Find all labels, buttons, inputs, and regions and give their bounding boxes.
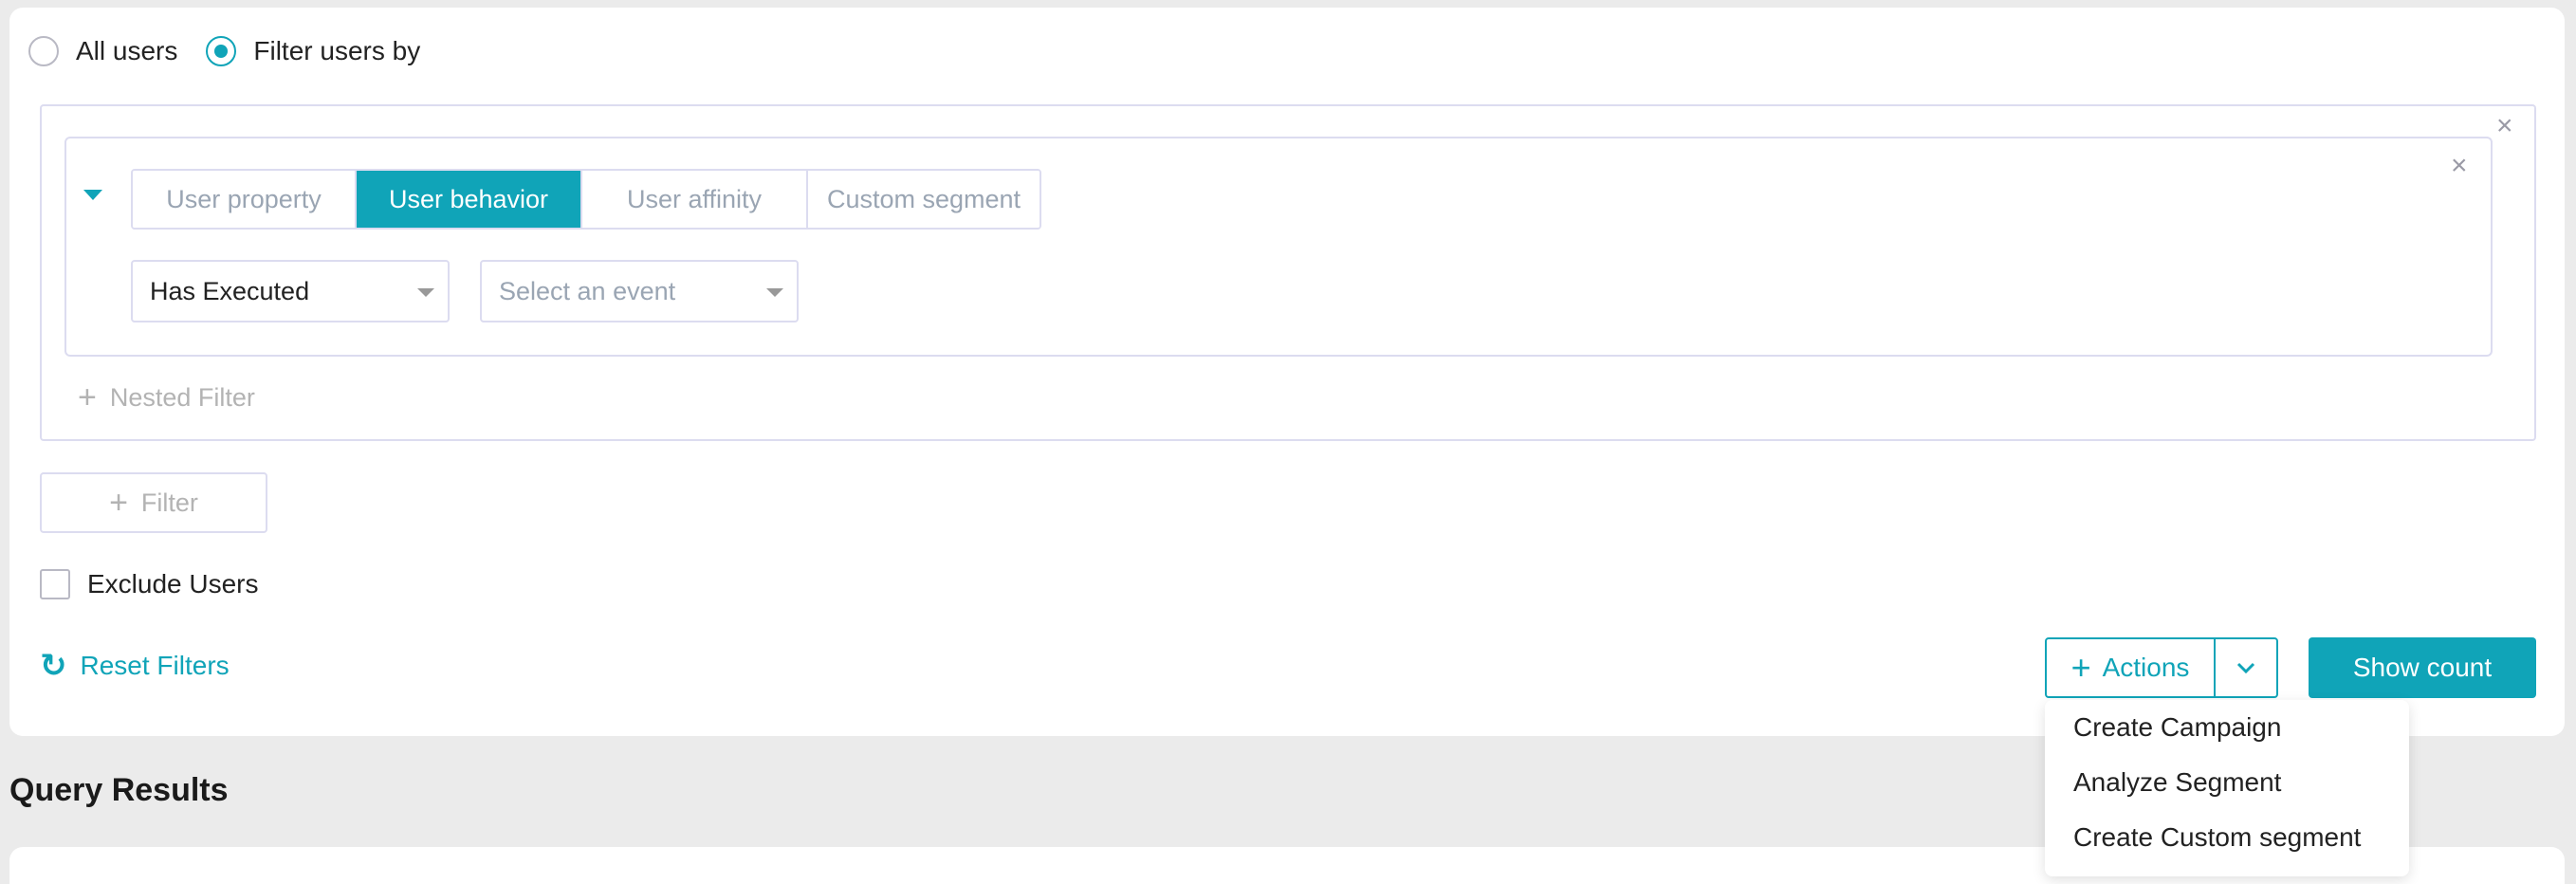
all-users-radio[interactable] (28, 36, 59, 66)
menu-item-analyze-segment[interactable]: Analyze Segment (2045, 755, 2409, 810)
plus-icon: + (2070, 648, 2091, 687)
exclude-users-label[interactable]: Exclude Users (87, 569, 259, 599)
plus-icon: + (78, 379, 97, 415)
tab-custom-segment[interactable]: Custom segment (808, 171, 1040, 228)
tab-user-affinity[interactable]: User affinity (582, 171, 808, 228)
menu-item-create-campaign[interactable]: Create Campaign (2045, 700, 2409, 755)
filter-users-radio[interactable] (206, 36, 237, 66)
exclude-users-checkbox[interactable] (40, 569, 70, 599)
exclude-users-option: Exclude Users (40, 569, 259, 599)
add-filter-button[interactable]: + Filter (40, 472, 267, 533)
nested-filter-button[interactable]: + Nested Filter (78, 379, 255, 416)
filter-mode-group: All users Filter users by (28, 36, 449, 66)
actions-label: Actions (2102, 653, 2190, 682)
plus-icon: + (109, 484, 128, 521)
nested-filter-label: Nested Filter (109, 383, 255, 412)
reset-filters-label: Reset Filters (80, 651, 230, 680)
tab-user-property[interactable]: User property (133, 171, 357, 228)
refresh-icon: ↻ (40, 648, 67, 684)
reset-filters-link[interactable]: ↻ Reset Filters (40, 647, 230, 685)
condition-select-value: Has Executed (150, 276, 310, 305)
chevron-down-icon (766, 288, 783, 297)
actions-split-button: + Actions (2045, 637, 2278, 698)
event-select[interactable]: Select an event (480, 260, 799, 322)
close-filter-icon[interactable]: × (2451, 152, 2468, 180)
all-users-label[interactable]: All users (76, 36, 177, 66)
radio-selected-dot (214, 45, 229, 58)
collapse-caret-icon[interactable] (83, 190, 102, 200)
filter-users-label[interactable]: Filter users by (253, 36, 420, 66)
actions-menu: Create Campaign Analyze Segment Create C… (2045, 700, 2409, 876)
event-select-placeholder: Select an event (499, 276, 676, 305)
tab-user-behavior[interactable]: User behavior (357, 171, 582, 228)
query-results-title: Query Results (9, 772, 229, 808)
actions-button[interactable]: + Actions (2047, 639, 2216, 696)
add-filter-label: Filter (140, 488, 198, 517)
actions-dropdown-toggle[interactable] (2216, 639, 2276, 696)
filter-type-tabs: User property User behavior User affinit… (131, 169, 1041, 230)
menu-item-create-custom-segment[interactable]: Create Custom segment (2045, 810, 2409, 865)
close-group-icon[interactable]: × (2496, 112, 2513, 140)
condition-select[interactable]: Has Executed (131, 260, 450, 322)
chevron-down-icon (2236, 662, 2255, 674)
chevron-down-icon (417, 288, 434, 297)
show-count-button[interactable]: Show count (2309, 637, 2536, 698)
